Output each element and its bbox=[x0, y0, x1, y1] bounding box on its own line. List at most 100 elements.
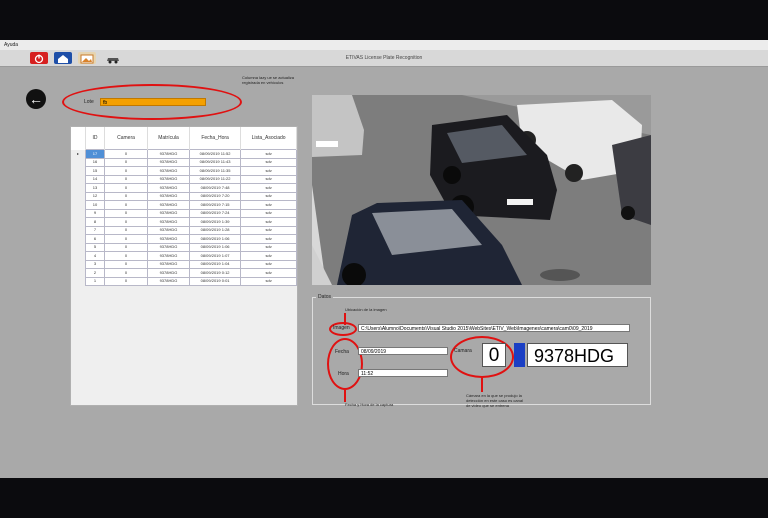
table-cell[interactable]: 0 bbox=[103, 276, 149, 286]
table-cell[interactable]: 9378HDG bbox=[147, 183, 190, 193]
table-cell[interactable]: 0 bbox=[103, 208, 149, 218]
table-cell[interactable]: 9378HDG bbox=[147, 268, 190, 278]
table-cell[interactable]: 2 bbox=[84, 268, 105, 278]
table-cell[interactable]: 12 bbox=[84, 191, 105, 201]
table-cell[interactable]: sdv bbox=[240, 276, 297, 286]
table-row[interactable]: 12 0 9378HDG 08/09/2019 7:20 sdv bbox=[71, 191, 297, 201]
table-cell[interactable]: 13 bbox=[84, 183, 105, 193]
table-cell[interactable]: 3 bbox=[84, 259, 105, 269]
table-cell[interactable]: 0 bbox=[103, 174, 149, 184]
table-cell[interactable]: 08/09/2019 11:35 bbox=[188, 166, 242, 176]
table-cell[interactable]: 08/09/2019 7:48 bbox=[188, 183, 242, 193]
car-button[interactable] bbox=[104, 52, 122, 64]
table-cell[interactable]: 0 bbox=[103, 157, 149, 167]
image-button[interactable] bbox=[78, 52, 96, 64]
table-cell[interactable]: 08/09/2019 1:06 bbox=[188, 234, 242, 244]
table-cell[interactable]: sdv bbox=[240, 268, 297, 278]
table-cell[interactable]: sdv bbox=[240, 183, 297, 193]
column-header[interactable]: Matrícula bbox=[147, 127, 190, 150]
table-cell[interactable]: 10 bbox=[84, 200, 105, 210]
column-header[interactable]: Fecha_Hora bbox=[189, 127, 242, 150]
table-row[interactable]: 9 0 9378HDG 08/09/2019 7:24 sdv bbox=[71, 208, 297, 218]
table-cell[interactable]: 4 bbox=[84, 251, 105, 261]
table-cell[interactable]: 15 bbox=[84, 166, 105, 176]
table-cell[interactable]: sdv bbox=[240, 200, 297, 210]
table-cell[interactable]: 0 bbox=[103, 200, 149, 210]
table-row[interactable]: 2 0 9378HDG 08/09/2019 0:12 sdv bbox=[71, 268, 297, 278]
table-cell[interactable]: 08/09/2019 1:39 bbox=[188, 217, 242, 227]
imagen-path-field[interactable]: C:\Users\Alumno\Documents\Visual Studio … bbox=[358, 324, 630, 332]
table-cell[interactable]: 08/09/2019 0:01 bbox=[188, 276, 242, 286]
table-cell[interactable]: 08/09/2019 11:43 bbox=[188, 157, 242, 167]
table-cell[interactable]: 9378HDG bbox=[147, 191, 190, 201]
table-cell[interactable]: 0 bbox=[103, 251, 149, 261]
table-cell[interactable]: 9378HDG bbox=[147, 276, 190, 286]
table-row[interactable]: 15 0 9378HDG 08/09/2019 11:35 sdv bbox=[71, 166, 297, 176]
table-cell[interactable]: 9378HDG bbox=[147, 259, 190, 269]
table-cell[interactable]: 08/09/2019 1:04 bbox=[188, 259, 242, 269]
table-cell[interactable]: 9378HDG bbox=[147, 217, 190, 227]
table-cell[interactable]: 0 bbox=[103, 242, 149, 252]
table-cell[interactable]: 08/09/2019 7:24 bbox=[188, 208, 242, 218]
table-cell[interactable]: 0 bbox=[103, 217, 149, 227]
table-row[interactable]: 14 0 9378HDG 08/09/2019 11:22 sdv bbox=[71, 174, 297, 184]
table-cell[interactable]: sdv bbox=[240, 149, 297, 159]
table-cell[interactable]: 9378HDG bbox=[147, 208, 190, 218]
table-cell[interactable]: 9378HDG bbox=[147, 234, 190, 244]
table-row[interactable]: 3 0 9378HDG 08/09/2019 1:04 sdv bbox=[71, 259, 297, 269]
table-cell[interactable]: 0 bbox=[103, 166, 149, 176]
home-button[interactable] bbox=[54, 52, 72, 64]
column-header[interactable]: ID bbox=[85, 127, 105, 150]
table-row[interactable]: 16 0 9378HDG 08/09/2019 11:43 sdv bbox=[71, 157, 297, 167]
table-cell[interactable]: 0 bbox=[103, 149, 149, 159]
table-cell[interactable]: sdv bbox=[240, 234, 297, 244]
table-cell[interactable]: 9378HDG bbox=[147, 149, 190, 159]
table-cell[interactable]: sdv bbox=[240, 251, 297, 261]
table-row[interactable]: 5 0 9378HDG 08/09/2019 1:06 sdv bbox=[71, 242, 297, 252]
table-row[interactable]: 10 0 9378HDG 08/09/2019 7:15 sdv bbox=[71, 200, 297, 210]
table-cell[interactable]: sdv bbox=[240, 157, 297, 167]
table-row[interactable]: 6 0 9378HDG 08/09/2019 1:06 sdv bbox=[71, 234, 297, 244]
menu-item-ayuda[interactable]: Ayuda bbox=[4, 42, 18, 48]
table-cell[interactable]: 08/09/2019 1:28 bbox=[188, 225, 242, 235]
table-cell[interactable]: 1 bbox=[84, 276, 105, 286]
records-grid[interactable]: ID Camera Matrícula Fecha_Hora Lista_Asociad… bbox=[70, 126, 298, 406]
table-cell[interactable]: 0 bbox=[103, 259, 149, 269]
table-row[interactable]: 13 0 9378HDG 08/09/2019 7:48 sdv bbox=[71, 183, 297, 193]
table-cell[interactable]: sdv bbox=[240, 259, 297, 269]
table-cell[interactable]: 0 bbox=[103, 225, 149, 235]
table-cell[interactable]: 9378HDG bbox=[147, 251, 190, 261]
table-cell[interactable]: 9378HDG bbox=[147, 166, 190, 176]
column-header[interactable]: Camera bbox=[104, 127, 149, 150]
table-cell[interactable]: sdv bbox=[240, 208, 297, 218]
table-row[interactable]: ▸ 17 0 9378HDG 08/09/2019 11:52 sdv bbox=[71, 149, 297, 159]
table-row[interactable]: 1 0 9378HDG 08/09/2019 0:01 sdv bbox=[71, 276, 297, 286]
power-button[interactable] bbox=[30, 52, 48, 64]
table-cell[interactable]: 08/09/2019 1:06 bbox=[188, 242, 242, 252]
table-cell[interactable]: 0 bbox=[103, 234, 149, 244]
table-cell[interactable]: 9378HDG bbox=[147, 174, 190, 184]
table-cell[interactable]: sdv bbox=[240, 174, 297, 184]
table-cell[interactable]: 08/09/2019 0:12 bbox=[188, 268, 242, 278]
table-cell[interactable]: 9378HDG bbox=[147, 225, 190, 235]
table-cell[interactable]: 08/09/2019 11:52 bbox=[188, 149, 242, 159]
hora-field[interactable]: 11:52 bbox=[358, 369, 448, 377]
table-cell[interactable]: 6 bbox=[84, 234, 105, 244]
lote-field[interactable]: fb bbox=[100, 98, 206, 106]
table-cell[interactable]: 0 bbox=[103, 191, 149, 201]
table-cell[interactable]: sdv bbox=[240, 191, 297, 201]
table-cell[interactable]: sdv bbox=[240, 242, 297, 252]
fecha-field[interactable]: 08/09/2019 bbox=[358, 347, 448, 355]
table-cell[interactable]: sdv bbox=[240, 217, 297, 227]
table-cell[interactable]: 8 bbox=[84, 217, 105, 227]
table-cell[interactable]: 08/09/2019 1:07 bbox=[188, 251, 242, 261]
table-cell[interactable]: 08/09/2019 7:15 bbox=[188, 200, 242, 210]
table-row[interactable]: 4 0 9378HDG 08/09/2019 1:07 sdv bbox=[71, 251, 297, 261]
table-row[interactable]: 8 0 9378HDG 08/09/2019 1:39 sdv bbox=[71, 217, 297, 227]
table-cell[interactable]: sdv bbox=[240, 166, 297, 176]
table-cell[interactable]: sdv bbox=[240, 225, 297, 235]
table-cell[interactable]: 17 bbox=[84, 149, 105, 159]
back-button[interactable]: ← bbox=[26, 89, 46, 109]
table-cell[interactable]: 5 bbox=[84, 242, 105, 252]
table-cell[interactable]: 7 bbox=[84, 225, 105, 235]
